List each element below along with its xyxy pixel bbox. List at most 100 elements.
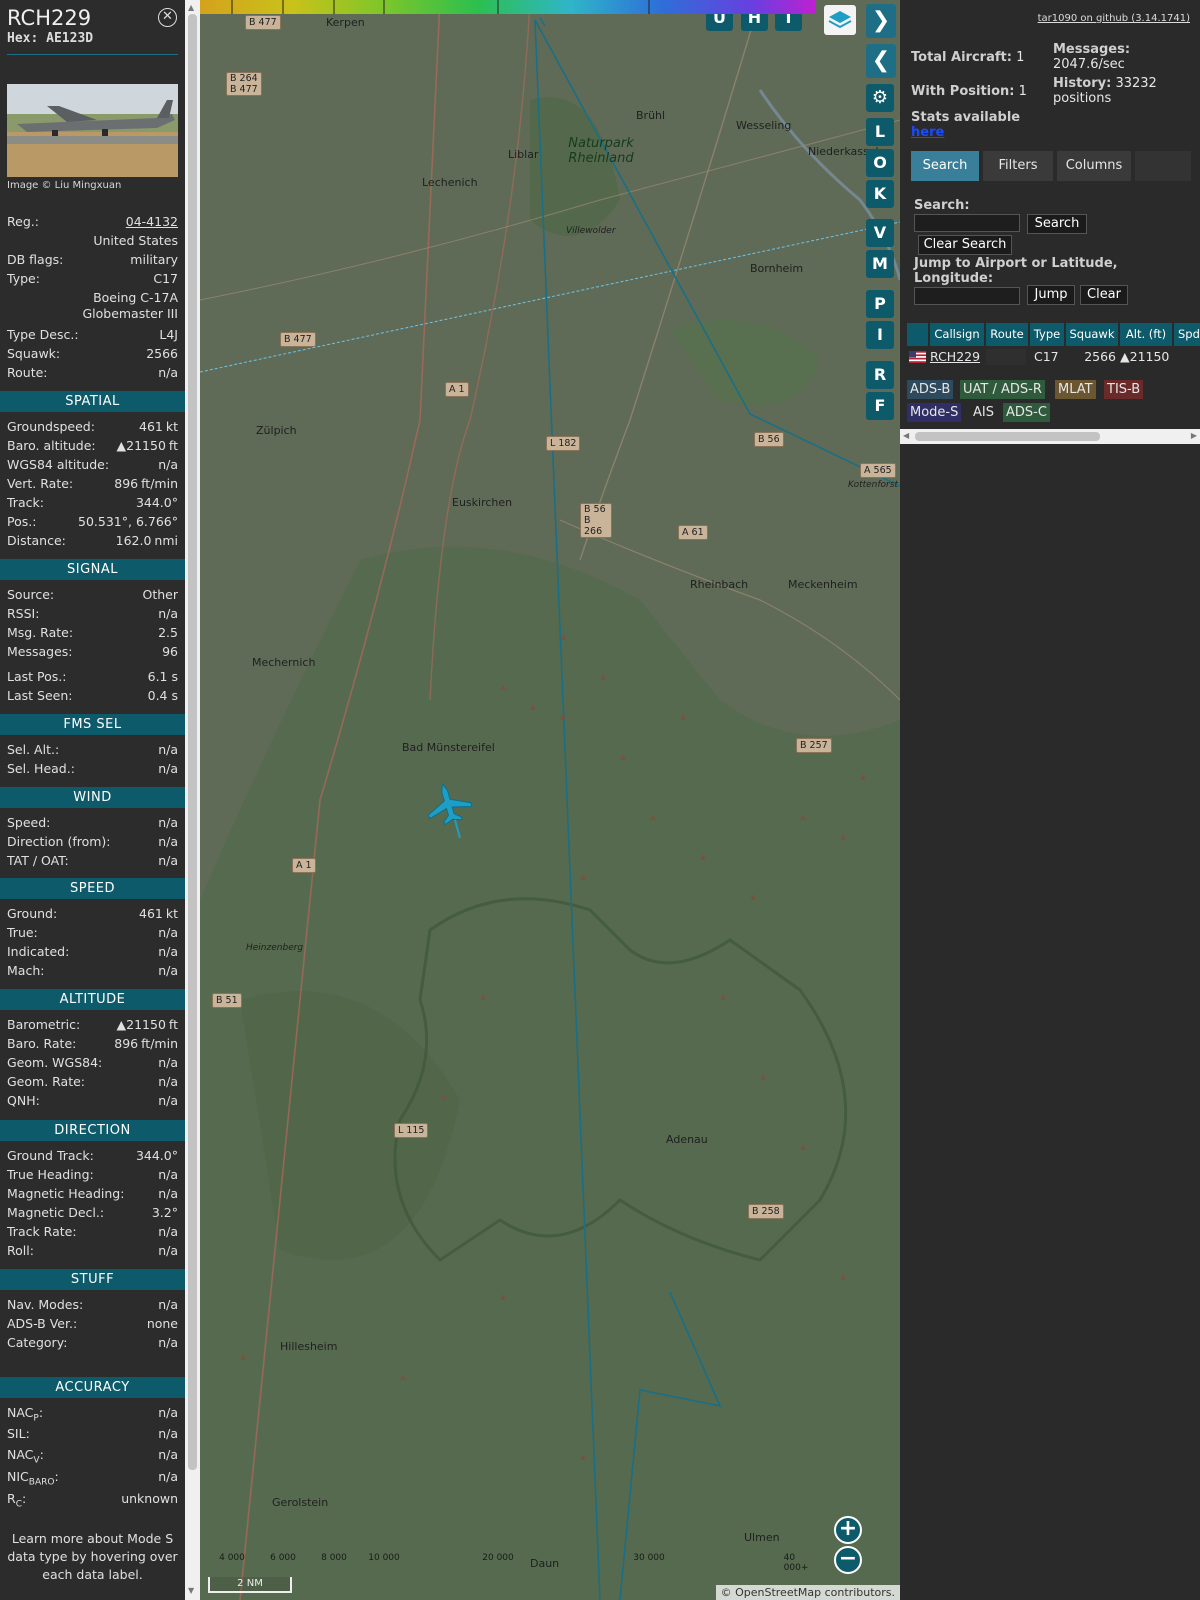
- zoom-in-button[interactable]: +: [834, 1516, 862, 1544]
- tab-columns[interactable]: Columns: [1057, 151, 1131, 181]
- speed-row[interactable]: True: n/a: [0, 924, 178, 942]
- section-spatial: SPATIAL: [0, 391, 185, 412]
- column-header-callsign[interactable]: Callsign: [930, 323, 984, 346]
- github-link[interactable]: tar1090 on github (3.14.1741): [1038, 13, 1190, 24]
- fmssel-row[interactable]: Sel. Head.: n/a: [0, 760, 178, 778]
- scroll-left-icon[interactable]: ◀: [903, 431, 909, 440]
- accuracy-row[interactable]: RC: unknown: [0, 1490, 178, 1510]
- close-icon[interactable]: ✕: [158, 8, 177, 27]
- toggle-f-button[interactable]: F: [866, 392, 894, 420]
- altitude-row[interactable]: Geom. Rate: n/a: [0, 1073, 178, 1091]
- stuff-row[interactable]: ADS-B Ver.: none: [0, 1315, 178, 1333]
- altitude-row[interactable]: Geom. WGS84: n/a: [0, 1054, 178, 1072]
- column-header-route[interactable]: Route: [986, 323, 1028, 346]
- direction-row[interactable]: Ground Track: 344.0°: [0, 1147, 178, 1165]
- toggle-o-button[interactable]: O: [866, 149, 894, 177]
- signal-row[interactable]: Last Seen: 0.4 s: [0, 687, 178, 705]
- wind-row[interactable]: TAT / OAT: n/a: [0, 852, 178, 870]
- scroll-down-icon[interactable]: ▼: [188, 1586, 194, 1595]
- scrollbar-thumb[interactable]: [915, 432, 1100, 441]
- altitude-row[interactable]: Barometric: ▲21150 ft: [0, 1016, 178, 1034]
- wind-row[interactable]: Speed: n/a: [0, 814, 178, 832]
- zoom-out-button[interactable]: −: [834, 1546, 862, 1574]
- search-button[interactable]: Search: [1027, 214, 1087, 234]
- table-horizontal-scrollbar[interactable]: ◀ ▶: [900, 429, 1200, 444]
- spatial-label: Track:: [7, 495, 44, 510]
- scroll-right-icon[interactable]: ▶: [1191, 431, 1197, 440]
- signal-row[interactable]: RSSI: n/a: [0, 605, 178, 623]
- spatial-row[interactable]: Track: 344.0°: [0, 494, 178, 512]
- toggle-k-button[interactable]: K: [866, 180, 894, 208]
- left-panel-scrollbar[interactable]: ▲ ▼: [185, 0, 200, 1600]
- layers-icon[interactable]: [824, 5, 856, 35]
- hex-code: Hex: AE123D: [7, 31, 178, 46]
- wind-value: n/a: [158, 853, 178, 868]
- settings-gear-icon[interactable]: ⚙: [866, 84, 894, 112]
- signal-row[interactable]: Last Pos.: 6.1 s: [0, 668, 178, 686]
- speed-label: Mach:: [7, 963, 45, 978]
- altitude-row[interactable]: QNH: n/a: [0, 1092, 178, 1110]
- spatial-row[interactable]: Pos.: 50.531°, 6.766°: [0, 513, 178, 531]
- signal-value: n/a: [158, 606, 178, 621]
- stats-link[interactable]: here: [911, 125, 944, 140]
- spatial-row[interactable]: Distance: 162.0 nmi: [0, 532, 178, 550]
- speed-row[interactable]: Indicated: n/a: [0, 943, 178, 961]
- direction-row[interactable]: Roll: n/a: [0, 1242, 178, 1260]
- toggle-r-button[interactable]: R: [866, 361, 894, 389]
- accuracy-row[interactable]: SIL: n/a: [0, 1425, 178, 1443]
- speed-row[interactable]: Mach: n/a: [0, 962, 178, 980]
- fmssel-row[interactable]: Sel. Alt.: n/a: [0, 741, 178, 759]
- jump-button[interactable]: Jump: [1027, 285, 1075, 305]
- tab-filters[interactable]: Filters: [983, 151, 1053, 181]
- osm-attribution[interactable]: © OpenStreetMap contributors.: [715, 1585, 900, 1600]
- direction-row[interactable]: Track Rate: n/a: [0, 1223, 178, 1241]
- speed-row[interactable]: Ground: 461 kt: [0, 905, 178, 923]
- reg-link[interactable]: 04-4132: [126, 213, 178, 231]
- tab-blank: [1135, 151, 1191, 181]
- aircraft-photo[interactable]: [7, 84, 178, 177]
- accuracy-row[interactable]: NICBARO: n/a: [0, 1468, 178, 1488]
- toggle-v-button[interactable]: V: [866, 219, 894, 247]
- signal-row[interactable]: Messages: 96: [0, 643, 178, 661]
- accuracy-row[interactable]: NACP: n/a: [0, 1404, 178, 1424]
- scrollbar-thumb[interactable]: [188, 14, 197, 1470]
- jump-input[interactable]: [914, 287, 1020, 305]
- cell-callsign[interactable]: RCH229: [930, 349, 980, 365]
- toggle-i-button[interactable]: I: [866, 321, 894, 349]
- stuff-row[interactable]: Category: n/a: [0, 1334, 178, 1352]
- accuracy-row[interactable]: NACV: n/a: [0, 1446, 178, 1466]
- column-header-squawk[interactable]: Squawk: [1066, 323, 1118, 346]
- collapse-panel-icon[interactable]: ❮: [866, 44, 896, 78]
- column-header-alt[interactable]: Alt. (ft): [1120, 323, 1172, 346]
- spatial-value: 461 kt: [139, 419, 178, 434]
- tab-search[interactable]: Search: [911, 151, 979, 181]
- spatial-row[interactable]: Vert. Rate: 896 ft/min: [0, 475, 178, 493]
- road-label: B 477: [280, 332, 316, 347]
- clear-search-button[interactable]: Clear Search: [918, 235, 1012, 255]
- search-input[interactable]: [914, 214, 1020, 232]
- scroll-up-icon[interactable]: ▲: [188, 3, 194, 12]
- altitude-row[interactable]: Baro. Rate: 896 ft/min: [0, 1035, 178, 1053]
- direction-row[interactable]: True Heading: n/a: [0, 1166, 178, 1184]
- spatial-row[interactable]: Baro. altitude: ▲21150 ft: [0, 437, 178, 455]
- toggle-l-button[interactable]: L: [866, 118, 894, 146]
- column-header-type[interactable]: Type: [1030, 323, 1064, 346]
- expand-sidebar-icon[interactable]: ❯: [866, 4, 896, 38]
- road-label: B 264 B 477: [226, 72, 262, 96]
- direction-row[interactable]: Magnetic Decl.: 3.2°: [0, 1204, 178, 1222]
- toggle-m-button[interactable]: M: [866, 250, 894, 278]
- map-view[interactable]: Kerpen Brühl Wesseling Niederkassel Natu…: [200, 0, 900, 1600]
- clear-button[interactable]: Clear: [1080, 285, 1128, 305]
- signal-row[interactable]: Msg. Rate: 2.5: [0, 624, 178, 642]
- stuff-value: none: [146, 1316, 178, 1331]
- wind-row[interactable]: Direction (from): n/a: [0, 833, 178, 851]
- spatial-label: Groundspeed:: [7, 419, 95, 434]
- direction-row[interactable]: Magnetic Heading: n/a: [0, 1185, 178, 1203]
- spatial-row[interactable]: Groundspeed: 461 kt: [0, 418, 178, 436]
- column-header-speed[interactable]: Spd: [1174, 323, 1200, 346]
- spatial-row[interactable]: WGS84 altitude: n/a: [0, 456, 178, 474]
- signal-row[interactable]: Source: Other: [0, 586, 178, 604]
- scale-label: 10 000: [368, 1553, 400, 1563]
- toggle-p-button[interactable]: P: [866, 290, 894, 318]
- stuff-row[interactable]: Nav. Modes: n/a: [0, 1296, 178, 1314]
